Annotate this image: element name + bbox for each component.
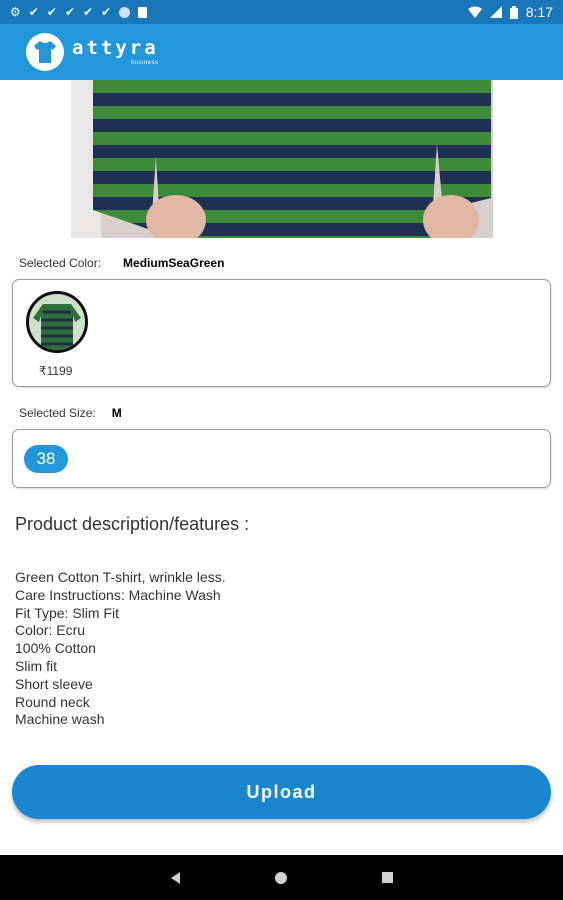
app-bar: attyra business [0,24,563,80]
size-options-box: 38 [12,429,551,488]
sdcard-icon [138,6,148,18]
check-icon: ✔ [82,5,94,19]
notification-icons: ⚙ ✔ ✔ ✔ ✔ ✔ [10,5,148,19]
selected-size-row: Selected Size: M [19,406,122,420]
description-line: 100% Cotton [15,640,96,657]
selected-color-row: Selected Color: MediumSeaGreen [19,256,224,270]
description-line: Machine wash [15,711,105,728]
description-heading: Product description/features : [15,514,250,534]
check-icon: ✔ [64,5,75,19]
status-time: 8:17 [525,4,553,20]
app-logo[interactable] [26,33,64,71]
back-icon[interactable] [170,871,180,884]
circle-icon [119,6,131,18]
signal-icon [489,6,502,18]
product-photo [71,80,493,238]
upload-button[interactable]: Upload [12,765,551,819]
description-line: Slim fit [15,657,57,674]
tshirt-logo-icon [34,41,56,63]
home-icon[interactable] [274,871,287,884]
color-options-box: ₹1199 [12,279,551,387]
brand: attyra business [72,36,159,66]
brand-sub: business [130,59,159,66]
check-icon: ✔ [28,5,39,19]
color-swatch[interactable] [26,291,88,353]
wifi-icon [467,6,482,18]
description-line: Fit Type: Slim Fit [15,604,119,621]
description-line: Color: Ecru [15,622,86,639]
check-icon: ✔ [46,5,57,19]
selected-color-label: Selected Color: [19,256,102,270]
size-chip[interactable]: 38 [24,445,68,473]
brand-name: attyra [72,36,159,59]
description-line: Green Cotton T-shirt, wrinkle less. [15,569,226,585]
settings-icon: ⚙ [10,5,21,19]
selected-color-value: MediumSeaGreen [123,256,225,270]
check-icon: ✔ [101,5,112,19]
color-price: ₹1199 [39,364,73,378]
status-bar: ⚙ ✔ ✔ ✔ ✔ ✔ 8:17 [0,0,563,24]
swatch-shirt-thumbnail [29,294,85,350]
product-image [71,80,493,238]
description-line: Round neck [15,693,90,710]
selected-size-value: M [111,406,122,420]
recents-icon[interactable] [381,872,393,883]
description-line: Short sleeve [15,675,93,692]
description-list: Green Cotton T-shirt, wrinkle less. Care… [15,569,226,729]
navigation-bar [0,855,563,900]
description-line: Care Instructions: Machine Wash [15,586,221,603]
selected-size-label: Selected Size: [19,406,96,420]
battery-icon [509,5,518,19]
system-icons: 8:17 [467,4,553,20]
